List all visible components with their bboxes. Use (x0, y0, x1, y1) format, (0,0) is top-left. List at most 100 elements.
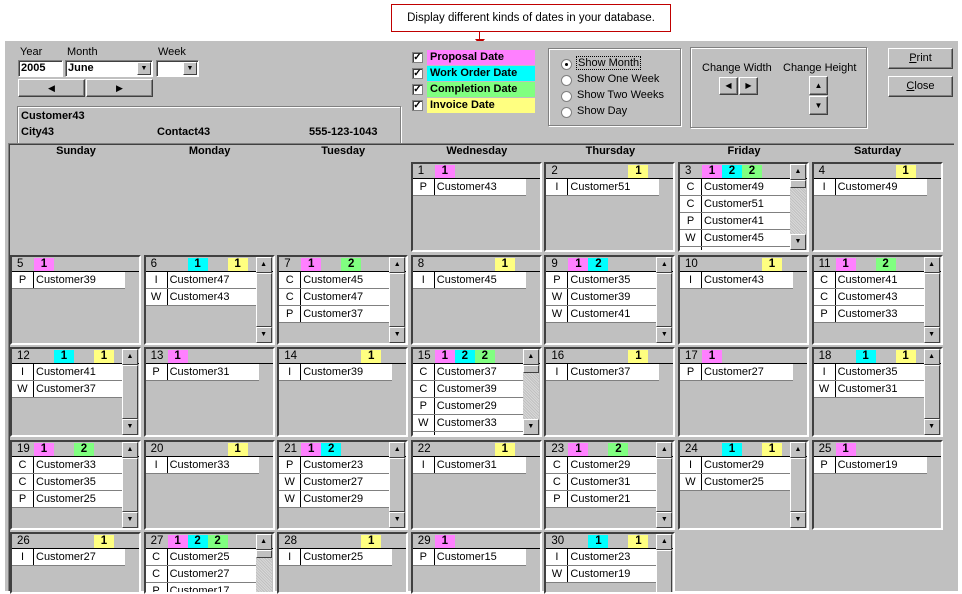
list-item[interactable]: P Customer27 (680, 364, 793, 381)
list-item[interactable]: W Customer39 (546, 289, 658, 306)
scroll-up-button[interactable]: ▲ (656, 534, 673, 550)
chevron-down-icon[interactable]: ▼ (137, 62, 151, 75)
scroll-thumb[interactable] (122, 458, 138, 512)
day-cell[interactable]: 29 1 P Customer15 (410, 532, 542, 594)
scroll-up-button[interactable]: ▲ (656, 442, 673, 458)
list-item[interactable]: C Customer37 (412, 364, 524, 381)
scroll-down-button[interactable]: ▼ (522, 419, 539, 435)
list-item[interactable]: I Customer29 (680, 457, 791, 474)
list-item[interactable]: C Customer27 (145, 566, 257, 583)
scroll-thumb[interactable] (389, 273, 406, 327)
list-item[interactable]: I Customer51 (546, 179, 660, 196)
list-item[interactable]: WCustomer35 (412, 432, 524, 435)
list-item[interactable]: I Customer39 (279, 364, 393, 381)
day-cell[interactable]: 5 1 P Customer39 (10, 255, 141, 345)
day-cell[interactable]: 26 1 I Customer27 (10, 532, 141, 594)
scroll-down-button[interactable]: ▼ (122, 512, 138, 528)
list-item[interactable]: P Customer21 (546, 491, 658, 508)
scroll-up-button[interactable]: ▲ (923, 257, 940, 273)
scroll-up-button[interactable]: ▲ (656, 257, 673, 273)
view-option-label[interactable]: Show Day (577, 105, 627, 117)
list-item[interactable]: P Customer35 (546, 272, 658, 289)
list-item[interactable]: P Customer31 (145, 364, 259, 381)
next-month-button[interactable]: ▶ (86, 79, 153, 97)
view-option-label[interactable]: Show Two Weeks (577, 89, 664, 101)
vertical-scrollbar[interactable]: ▲ ▼ (656, 257, 673, 343)
view-option-radio[interactable] (561, 91, 572, 102)
list-item[interactable]: W Customer31 (813, 381, 925, 398)
list-item[interactable]: C Customer25 (145, 549, 257, 566)
day-cell[interactable]: 2 1 I Customer51 (544, 162, 676, 252)
scroll-down-button[interactable]: ▼ (923, 419, 940, 435)
scroll-up-button[interactable]: ▲ (389, 257, 406, 273)
list-item[interactable]: I Customer27 (12, 549, 125, 566)
list-item[interactable]: W Customer25 (680, 474, 791, 491)
day-cell[interactable]: 15 1 2 2 C Customer37 C Customer39 P Customer29 W C… (410, 347, 542, 437)
day-cell[interactable]: 17 1 P Customer27 (678, 347, 809, 437)
list-item[interactable]: P Customer37 (279, 306, 391, 323)
scroll-down-button[interactable]: ▼ (656, 327, 673, 343)
view-option-radio[interactable] (561, 59, 572, 70)
day-cell[interactable]: 16 1 I Customer37 (544, 347, 676, 437)
list-item[interactable]: P Customer29 (412, 398, 524, 415)
list-item[interactable]: P Customer23 (279, 457, 391, 474)
view-option-radio[interactable] (561, 107, 572, 118)
scroll-down-button[interactable]: ▼ (656, 512, 673, 528)
list-item[interactable]: P Customer17 (145, 583, 257, 592)
list-item[interactable]: W Customer27 (279, 474, 391, 491)
list-item[interactable]: P Customer15 (412, 549, 526, 566)
increase-height-button[interactable]: ▲ (809, 76, 828, 95)
scroll-up-button[interactable]: ▲ (522, 349, 539, 365)
list-item[interactable]: WCustomer47 (680, 247, 791, 250)
scroll-up-button[interactable]: ▲ (255, 534, 272, 550)
view-option-label[interactable]: Show One Week (577, 73, 659, 85)
scroll-thumb[interactable] (656, 550, 673, 592)
day-cell[interactable]: 30 1 1 I Customer23 W Customer19 ▲ (544, 532, 676, 594)
list-item[interactable]: C Customer35 (12, 474, 123, 491)
vertical-scrollbar[interactable]: ▲ ▼ (122, 442, 138, 528)
close-button[interactable]: Close (888, 76, 953, 97)
list-item[interactable]: I Customer49 (813, 179, 927, 196)
list-item[interactable]: W Customer19 (546, 566, 658, 583)
list-item[interactable]: I Customer31 (412, 457, 526, 474)
day-cell[interactable]: 27 1 2 2 C Customer25 C Customer27 P Customer17 ▲ (143, 532, 275, 594)
decrease-width-button[interactable]: ◀ (719, 77, 738, 95)
day-cell[interactable]: 19 1 2 C Customer33 C Customer35 P Customer25 ▲ ▼ (10, 440, 141, 530)
day-cell[interactable]: 18 1 1 I Customer35 W Customer31 ▲ ▼ (811, 347, 943, 437)
scroll-thumb[interactable] (656, 458, 673, 512)
scroll-up-button[interactable]: ▲ (790, 442, 806, 458)
list-item[interactable]: I Customer45 (412, 272, 526, 289)
day-cell[interactable]: 12 1 1 I Customer41 W Customer37 ▲ ▼ (10, 347, 141, 437)
list-item[interactable]: I Customer41 (12, 364, 123, 381)
list-item[interactable]: C Customer43 (813, 289, 925, 306)
vertical-scrollbar[interactable]: ▲ ▼ (923, 257, 940, 343)
list-item[interactable]: C Customer41 (813, 272, 925, 289)
day-cell[interactable]: 22 1 I Customer31 (410, 440, 542, 530)
legend-checkbox-c[interactable]: ✓ (412, 84, 423, 95)
decrease-height-button[interactable]: ▼ (809, 96, 828, 115)
day-cell[interactable]: 10 1 I Customer43 (678, 255, 809, 345)
legend-checkbox-p[interactable]: ✓ (412, 52, 423, 63)
vertical-scrollbar[interactable]: ▲ (255, 534, 272, 592)
vertical-scrollbar[interactable]: ▲ (656, 534, 673, 592)
list-item[interactable]: C Customer31 (546, 474, 658, 491)
list-item[interactable]: I Customer23 (546, 549, 658, 566)
scroll-down-button[interactable]: ▼ (255, 327, 272, 343)
scroll-thumb[interactable] (122, 365, 138, 419)
scroll-thumb[interactable] (790, 458, 806, 512)
list-item[interactable]: C Customer47 (279, 289, 391, 306)
legend-checkbox-w[interactable]: ✓ (412, 68, 423, 79)
day-cell[interactable]: 3 1 2 2 C Customer49 C Customer51 P Customer41 W Cu… (678, 162, 809, 252)
list-item[interactable]: W Customer45 (680, 230, 791, 247)
scroll-up-button[interactable]: ▲ (389, 442, 406, 458)
list-item[interactable]: P Customer25 (12, 491, 123, 508)
list-item[interactable]: W Customer33 (412, 415, 524, 432)
list-item[interactable]: I Customer33 (145, 457, 259, 474)
list-item[interactable]: P Customer19 (813, 457, 927, 474)
chevron-down-icon[interactable]: ▼ (183, 62, 197, 75)
list-item[interactable]: C Customer33 (12, 457, 123, 474)
list-item[interactable]: P Customer43 (412, 179, 526, 196)
scroll-down-button[interactable]: ▼ (790, 234, 806, 250)
legend-checkbox-i[interactable]: ✓ (412, 100, 423, 111)
vertical-scrollbar[interactable]: ▲ ▼ (255, 257, 272, 343)
